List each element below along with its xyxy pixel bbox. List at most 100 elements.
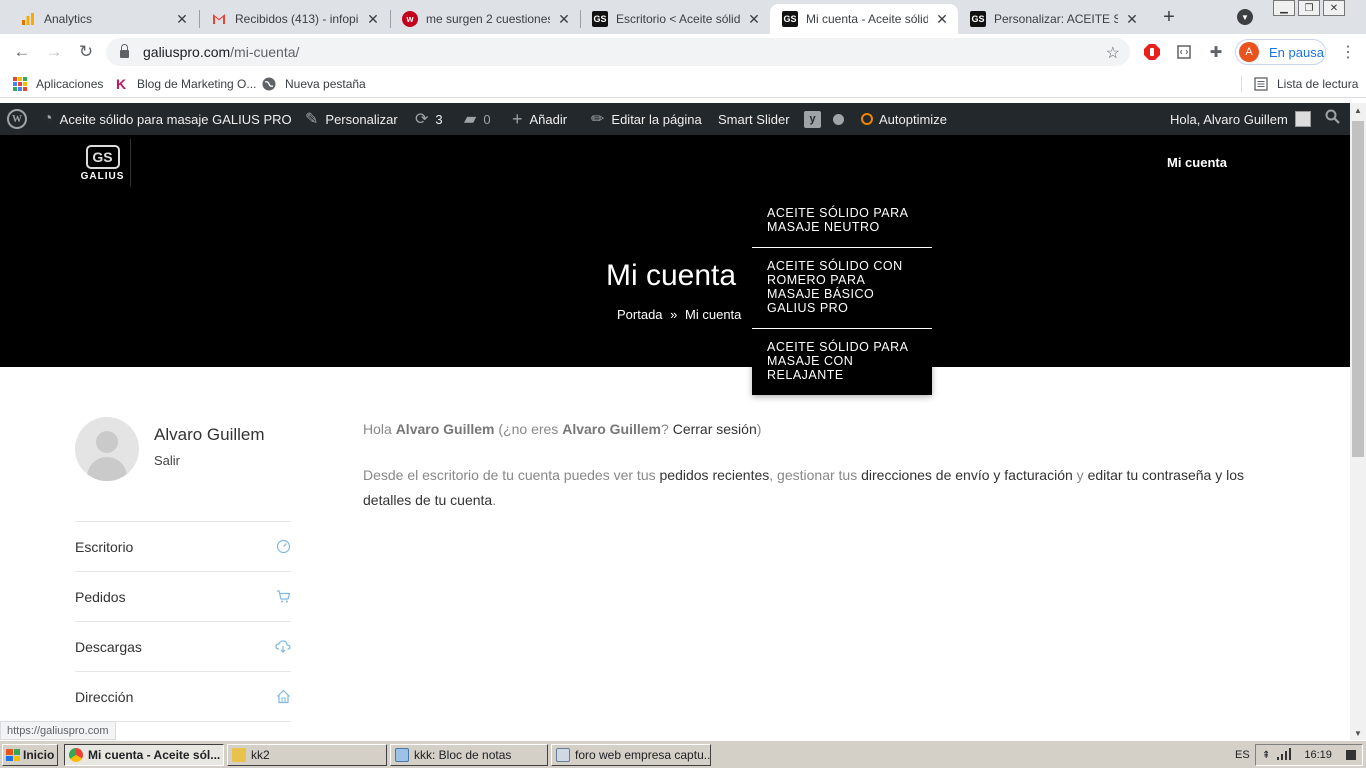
restore-icon[interactable]: ❐ bbox=[1298, 0, 1320, 16]
extension-code-icon[interactable] bbox=[1175, 43, 1193, 61]
tab-analytics[interactable]: Analytics ✕ bbox=[8, 4, 198, 34]
products-dropdown-menu: ACEITE SÓLIDO PARA MASAJE NEUTRO ACEITE … bbox=[752, 197, 932, 395]
browser-toolbar: ← → ↻ galiuspro.com/mi-cuenta/ ☆ ✚ A En … bbox=[0, 34, 1366, 70]
nav-item-pedidos[interactable]: Pedidos bbox=[75, 571, 291, 621]
wp-add-new[interactable]: + Añadir bbox=[512, 103, 567, 135]
reading-list[interactable]: Lista de lectura bbox=[1253, 76, 1358, 92]
galius-icon: GS bbox=[970, 11, 986, 27]
wp-site-name[interactable]: ◔ Aceite sólido para masaje GALIUS PRO bbox=[43, 103, 292, 135]
breadcrumb: Portada » Mi cuenta bbox=[617, 307, 741, 322]
close-icon[interactable]: ✕ bbox=[365, 11, 381, 27]
yoast-icon: y bbox=[804, 110, 821, 128]
wp-comments[interactable]: ▰ 0 bbox=[464, 103, 491, 135]
close-icon[interactable]: ✕ bbox=[746, 11, 762, 27]
nav-item-direccion[interactable]: Dirección bbox=[75, 671, 291, 721]
nav-mi-cuenta[interactable]: Mi cuenta bbox=[1167, 155, 1227, 170]
wp-customize[interactable]: ✎ Personalizar bbox=[305, 103, 398, 135]
reload-icon[interactable]: ↻ bbox=[76, 42, 96, 62]
reading-list-icon bbox=[1253, 76, 1269, 92]
recent-orders-link[interactable]: pedidos recientes bbox=[660, 467, 770, 483]
page-scrollbar[interactable]: ▲ ▼ bbox=[1350, 103, 1366, 740]
bookmark-star-icon[interactable]: ☆ bbox=[1106, 43, 1120, 63]
close-icon[interactable]: ✕ bbox=[1124, 11, 1140, 27]
clock[interactable]: 16:19 bbox=[1304, 749, 1332, 761]
tab-forum[interactable]: w me surgen 2 cuestiones t ✕ bbox=[390, 4, 580, 34]
welcome-message: Hola Alvaro Guillem (¿no eres Alvaro Gui… bbox=[363, 421, 761, 437]
back-icon[interactable]: ← bbox=[12, 42, 32, 62]
logout-link[interactable]: Salir bbox=[154, 453, 180, 468]
avatar-body-shape bbox=[87, 457, 127, 481]
bookmark-marketing[interactable]: K Blog de Marketing O... bbox=[113, 76, 256, 92]
wp-edit-page[interactable]: ✏ Editar la página bbox=[591, 103, 702, 135]
minimize-icon[interactable]: ▁ bbox=[1273, 0, 1295, 16]
bookmark-newtab[interactable]: Nueva pestaña bbox=[261, 76, 366, 92]
adblock-icon[interactable] bbox=[1143, 43, 1161, 61]
welcome-not-you: (¿no eres bbox=[498, 421, 559, 437]
tab-gmail[interactable]: Recibidos (413) - infopinte ✕ bbox=[199, 4, 389, 34]
dropdown-item-neutro[interactable]: ACEITE SÓLIDO PARA MASAJE NEUTRO bbox=[752, 197, 932, 247]
wp-yoast[interactable]: y bbox=[804, 103, 821, 135]
account-navigation: Escritorio Pedidos Descargas Dirección bbox=[75, 521, 291, 722]
taskbar-item-folder[interactable]: kk2 bbox=[227, 744, 387, 766]
addresses-link[interactable]: direcciones de envío y facturación bbox=[861, 467, 1073, 483]
tab-mi-cuenta[interactable]: GS Mi cuenta - Aceite sólido p ✕ bbox=[770, 4, 958, 34]
dropdown-item-romero[interactable]: ACEITE SÓLIDO CON ROMERO PARA MASAJE BÁS… bbox=[752, 247, 932, 328]
taskbar-item-chrome[interactable]: Mi cuenta - Aceite sól... bbox=[64, 744, 224, 766]
taskbar-item-capture[interactable]: foro web empresa captu... bbox=[551, 744, 711, 766]
cart-icon bbox=[275, 589, 291, 605]
wp-search[interactable] bbox=[1325, 103, 1340, 135]
tab-search-icon[interactable]: ▼ bbox=[1237, 9, 1253, 25]
show-desktop-icon[interactable] bbox=[1345, 750, 1356, 760]
menu-kebab-icon[interactable]: ⋮ bbox=[1340, 42, 1356, 62]
logo-word: GALIUS bbox=[80, 170, 125, 182]
breadcrumb-current: Mi cuenta bbox=[685, 307, 742, 322]
welcome-user-name-2: Alvaro Guillem bbox=[562, 421, 662, 437]
close-window-icon[interactable]: ✕ bbox=[1323, 0, 1345, 16]
tray-arrow-icon[interactable]: ⇞ bbox=[1262, 750, 1270, 761]
wp-smart-slider[interactable]: Smart Slider bbox=[718, 103, 790, 135]
nav-item-escritorio[interactable]: Escritorio bbox=[75, 521, 291, 571]
close-icon[interactable]: ✕ bbox=[174, 11, 190, 27]
scroll-up-icon[interactable]: ▲ bbox=[1350, 103, 1366, 117]
tab-personalizar[interactable]: GS Personalizar: ACEITE SÓLI ✕ bbox=[958, 4, 1148, 34]
home-icon bbox=[275, 689, 291, 705]
signal-icon[interactable] bbox=[1276, 747, 1292, 763]
wp-updates[interactable]: ⟳ 3 bbox=[415, 103, 443, 135]
paintbrush-icon: ✎ bbox=[305, 111, 319, 128]
site-logo[interactable]: GS GALIUS bbox=[75, 139, 131, 187]
language-indicator[interactable]: ES bbox=[1235, 749, 1250, 761]
dashboard-gauge-icon: ◔ bbox=[43, 110, 53, 127]
wp-my-account[interactable]: Hola, Alvaro Guillem bbox=[1170, 103, 1311, 135]
taskbar-item-notepad[interactable]: kkk: Bloc de notas bbox=[390, 744, 548, 766]
nav-item-descargas[interactable]: Descargas bbox=[75, 621, 291, 671]
wp-greeting: Hola, Alvaro Guillem bbox=[1170, 111, 1288, 127]
dropdown-item-relajante[interactable]: ACEITE SÓLIDO PARA MASAJE CON RELAJANTE bbox=[752, 328, 932, 395]
close-icon[interactable]: ✕ bbox=[934, 11, 950, 27]
scroll-down-icon[interactable]: ▼ bbox=[1350, 726, 1366, 740]
globe-icon bbox=[261, 76, 277, 92]
address-bar[interactable]: galiuspro.com/mi-cuenta/ ☆ bbox=[106, 38, 1130, 66]
tab-title: Mi cuenta - Aceite sólido p bbox=[806, 12, 928, 26]
scroll-thumb[interactable] bbox=[1352, 121, 1364, 457]
wp-edit-page-label: Editar la página bbox=[611, 111, 702, 127]
pencil-icon: ✏ bbox=[591, 111, 605, 128]
tab-escritorio[interactable]: GS Escritorio < Aceite sólido p ✕ bbox=[580, 4, 770, 34]
cerrar-sesion-link[interactable]: Cerrar sesión bbox=[673, 421, 757, 437]
start-button[interactable]: Inicio bbox=[2, 744, 58, 766]
profile-button[interactable]: A En pausa bbox=[1235, 39, 1326, 65]
browser-tab-strip: Analytics ✕ Recibidos (413) - infopinte … bbox=[0, 0, 1366, 34]
system-tray: ⇞ 16:19 bbox=[1255, 744, 1363, 766]
wp-seo-status[interactable] bbox=[833, 103, 844, 135]
window-controls: ▁ ❐ ✕ bbox=[1270, 0, 1345, 16]
tab-title: Escritorio < Aceite sólido p bbox=[616, 12, 740, 26]
breadcrumb-home[interactable]: Portada bbox=[617, 307, 663, 322]
wp-autoptimize[interactable]: Autoptimize bbox=[861, 103, 947, 135]
new-tab-button[interactable]: + bbox=[1158, 6, 1180, 28]
welcome-question: ? bbox=[661, 421, 669, 437]
bookmark-apps[interactable]: Aplicaciones bbox=[12, 76, 103, 92]
close-icon[interactable]: ✕ bbox=[556, 11, 572, 27]
extensions-puzzle-icon[interactable]: ✚ bbox=[1207, 43, 1225, 61]
wp-logo-menu[interactable]: W bbox=[7, 103, 27, 135]
wp-avatar bbox=[1294, 111, 1311, 127]
forward-icon[interactable]: → bbox=[44, 42, 64, 62]
